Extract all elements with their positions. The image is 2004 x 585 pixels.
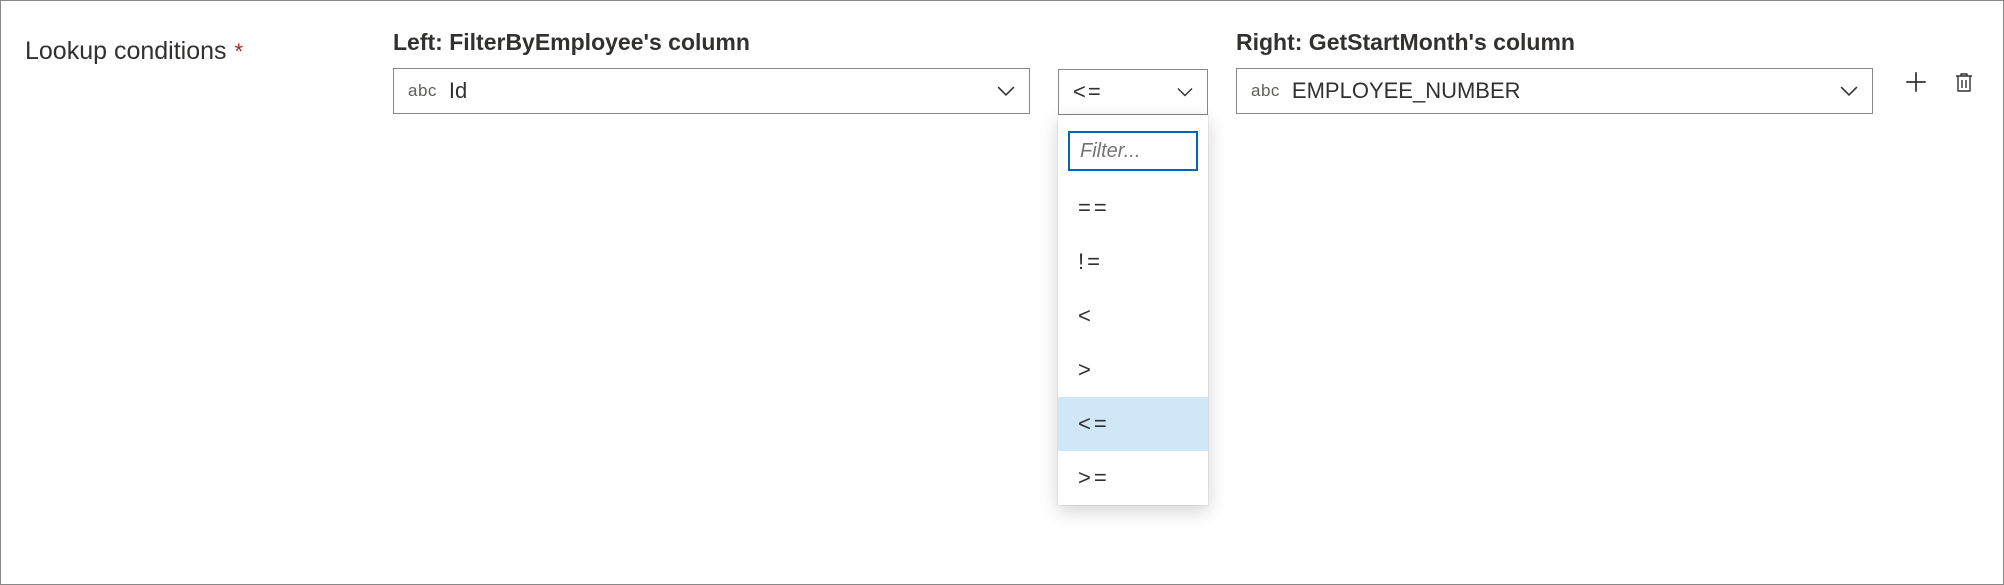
operator-option[interactable]: >= — [1058, 451, 1208, 505]
chevron-down-icon — [997, 82, 1015, 100]
add-condition-button[interactable] — [1901, 67, 1931, 97]
left-column-header: Left: FilterByEmployee's column — [393, 29, 1030, 60]
operator-header-spacer — [1058, 29, 1208, 61]
chevron-down-icon — [1840, 82, 1858, 100]
lookup-conditions-panel: Lookup conditions * Left: FilterByEmploy… — [0, 0, 2004, 585]
operator-value: <= — [1073, 79, 1103, 105]
section-label: Lookup conditions * — [25, 29, 365, 66]
type-chip: abc — [1251, 81, 1280, 101]
chevron-down-icon — [1177, 84, 1193, 100]
type-chip: abc — [408, 81, 437, 101]
operator-dropdown: ==!=<><=>= — [1058, 115, 1208, 505]
operator-option[interactable]: < — [1058, 289, 1208, 343]
required-marker: * — [235, 39, 244, 65]
right-column-value: EMPLOYEE_NUMBER — [1292, 78, 1828, 104]
operator-option[interactable]: != — [1058, 235, 1208, 289]
operator-filter-input[interactable] — [1068, 131, 1198, 171]
section-label-text: Lookup conditions — [25, 37, 227, 66]
operator-option[interactable]: <= — [1058, 397, 1208, 451]
left-column-value: Id — [449, 78, 985, 104]
plus-icon — [1903, 69, 1929, 95]
trash-icon — [1952, 69, 1976, 95]
operator-select[interactable]: <= — [1058, 69, 1208, 115]
delete-condition-button[interactable] — [1949, 67, 1979, 97]
operator-option[interactable]: == — [1058, 181, 1208, 235]
right-column-select[interactable]: abc EMPLOYEE_NUMBER — [1236, 68, 1873, 114]
left-column-select[interactable]: abc Id — [393, 68, 1030, 114]
right-column-header: Right: GetStartMonth's column — [1236, 29, 1873, 60]
operator-option[interactable]: > — [1058, 343, 1208, 397]
